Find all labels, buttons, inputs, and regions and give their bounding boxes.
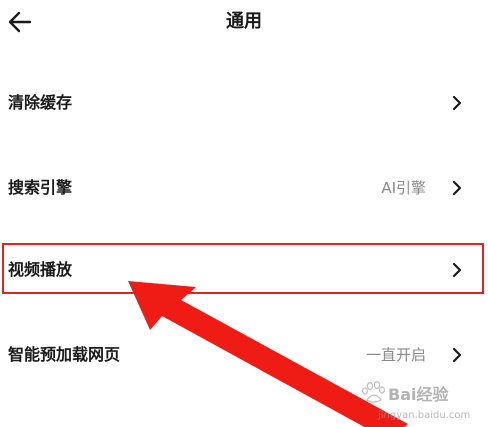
chevron-right-icon [452,180,462,196]
page-title: 通用 [226,11,262,32]
settings-item-search-engine[interactable]: 搜索引擎 AI引擎 [0,163,488,213]
header-bar: 通用 [0,0,488,46]
settings-item-video-playback[interactable]: 视频播放 [0,245,488,295]
settings-item-clear-cache[interactable]: 清除缓存 [0,78,488,128]
chevron-right-icon [452,95,462,111]
chevron-right-icon [452,262,462,278]
settings-item-label: 清除缓存 [8,93,73,112]
baidu-jingyan-watermark: Bai经验 jingyan.baidu.com [361,380,470,421]
settings-item-label: 搜索引擎 [8,178,73,197]
settings-item-label: 视频播放 [8,260,73,279]
chevron-right-icon [452,347,462,363]
watermark-subtext: jingyan.baidu.com [377,410,470,421]
settings-item-value: AI引擎 [381,179,426,197]
settings-item-smart-preload[interactable]: 智能预加载网页 一直开启 [0,330,488,380]
settings-item-label: 智能预加载网页 [8,345,121,364]
watermark-text: Bai经验 [388,385,449,404]
settings-item-value: 一直开启 [365,346,426,364]
